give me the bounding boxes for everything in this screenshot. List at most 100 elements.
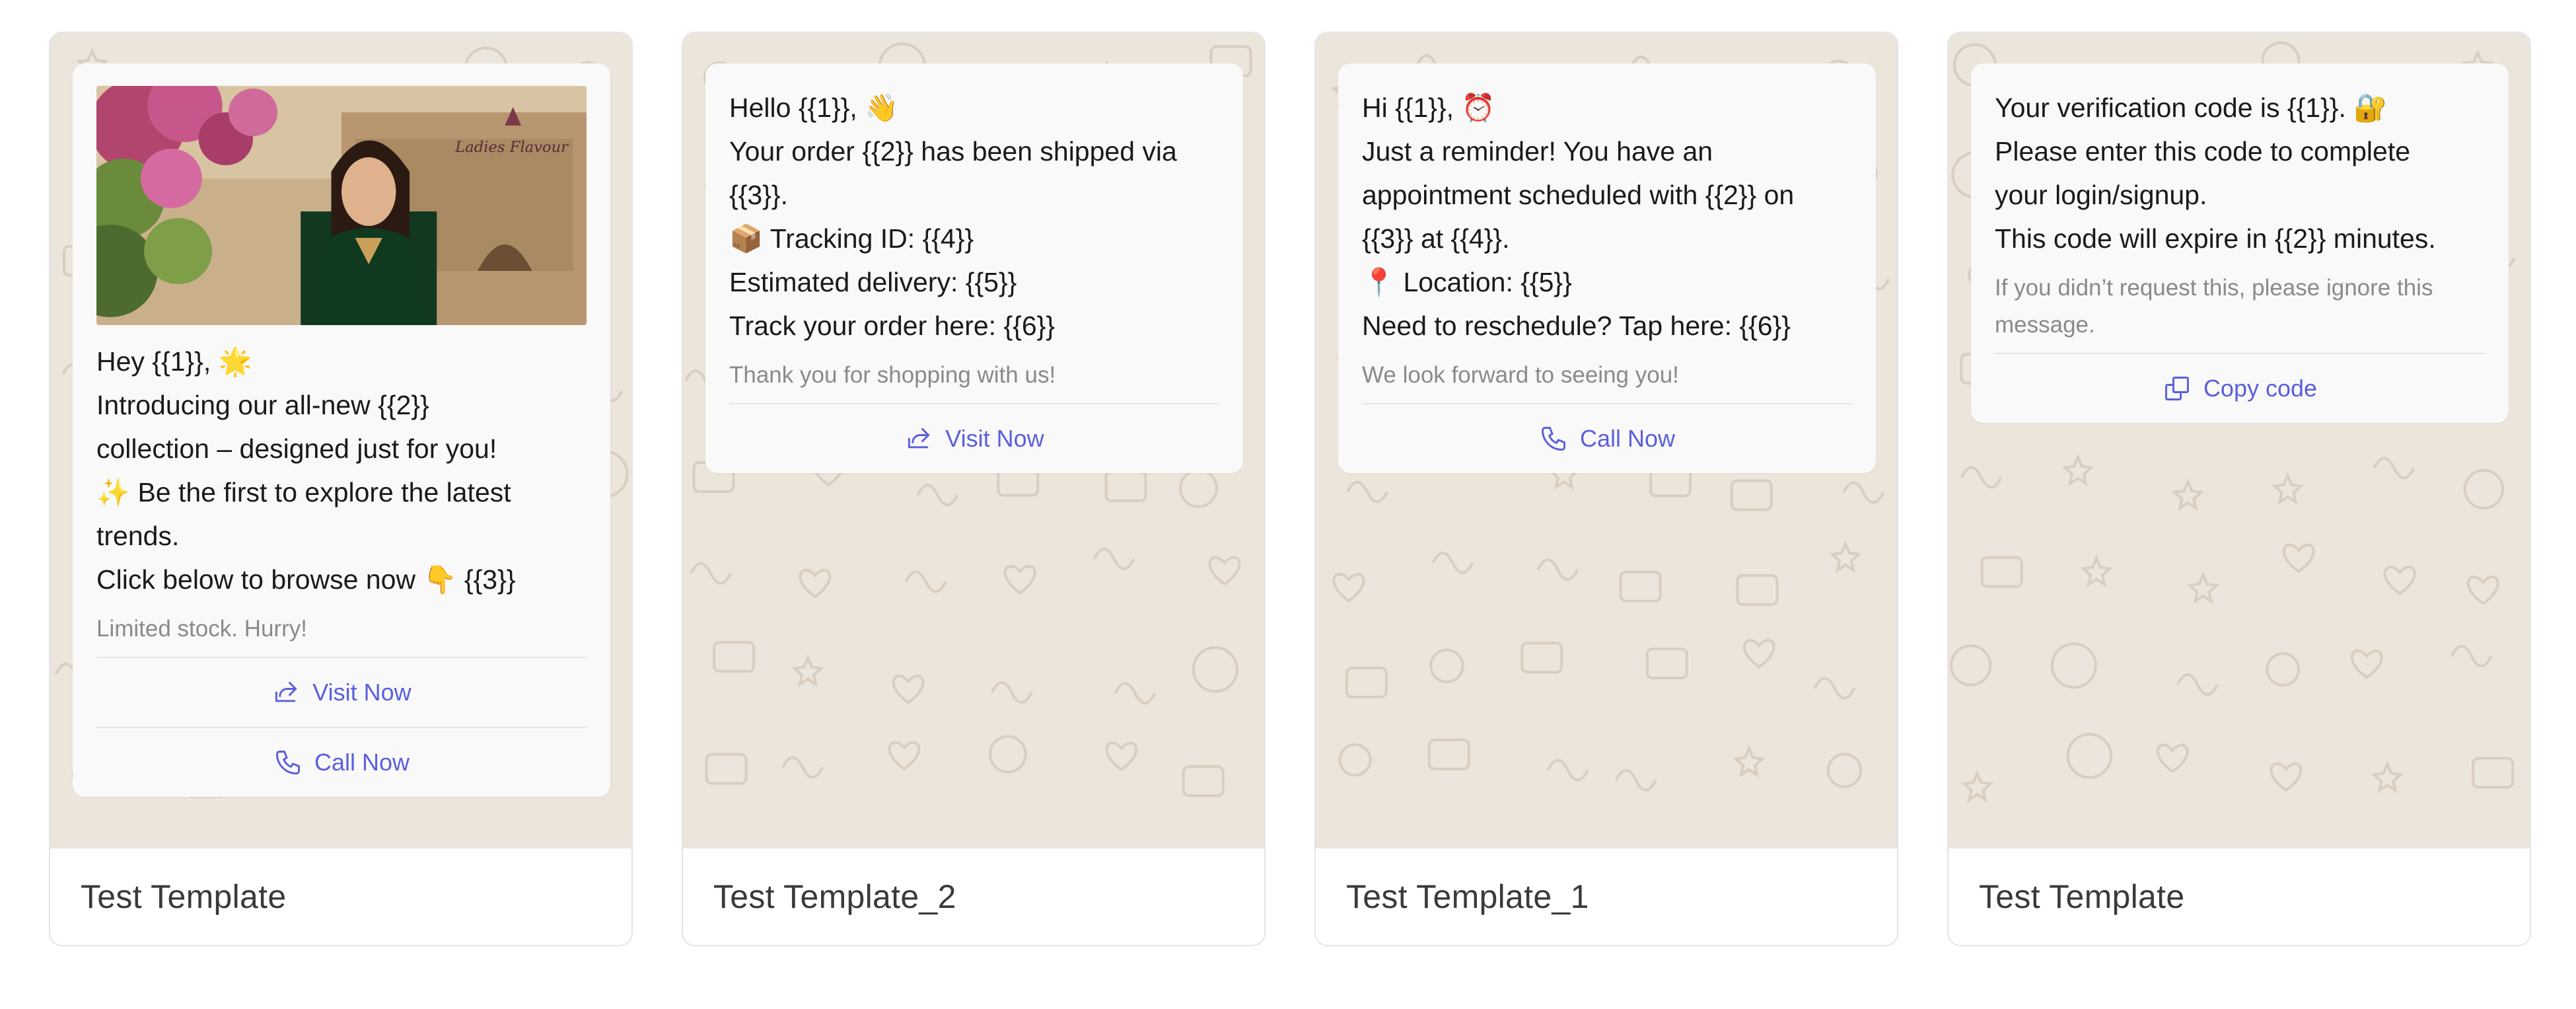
doodle-shape	[2373, 457, 2415, 480]
external-link-icon	[908, 428, 930, 449]
phone-icon	[276, 751, 300, 774]
chat-preview-background: Hello {{1}}, 👋 Your order {{2}} has been…	[683, 33, 1264, 847]
doodle-shape	[1960, 770, 1993, 803]
message-body: Your verification code is {{1}}. 🔐 Pleas…	[1995, 93, 2436, 254]
visit-now-button[interactable]: Visit Now	[96, 657, 587, 727]
message-footer: Limited stock. Hurry!	[96, 616, 307, 642]
doodle-shape	[1104, 470, 1147, 502]
doodle-shape	[2176, 673, 2219, 696]
chat-preview-background: Your verification code is {{1}}. 🔐 Pleas…	[1949, 33, 2530, 847]
doodle-shape	[1736, 574, 1779, 606]
doodle-shape	[1092, 547, 1135, 570]
card-footer: Test Template_1	[1316, 847, 1897, 945]
button-label: Call Now	[314, 749, 410, 776]
doodle-shape	[904, 570, 947, 593]
doodle-shape	[1114, 682, 1157, 704]
doodle-shape	[1346, 480, 1388, 504]
doodle-shape	[1842, 481, 1884, 504]
doodle-shape	[1427, 738, 1470, 770]
doodle-shape	[1182, 765, 1225, 798]
message-body: Hi {{1}}, ⏰ Just a reminder! You have an…	[1362, 93, 1795, 341]
doodle-shape	[2282, 543, 2315, 574]
message-bubble: Hi {{1}}, ⏰ Just a reminder! You have an…	[1338, 63, 1876, 473]
button-label: Visit Now	[945, 425, 1044, 452]
message-footer: We look forward to seeing you!	[1362, 362, 1679, 388]
copy-icon	[2165, 377, 2189, 400]
doodle-shape	[1338, 743, 1372, 777]
template-card[interactable]: Ladies Flavour Hey {{1}}, 🌟 Introducing …	[49, 32, 633, 946]
doodle-shape	[781, 756, 824, 779]
doodle-shape	[2171, 478, 2204, 511]
doodle-shape	[892, 674, 925, 704]
doodle-shape	[2467, 576, 2499, 605]
doodle-shape	[2050, 642, 2097, 689]
doodle-shape	[1429, 648, 1464, 683]
doodle-shape	[988, 735, 1027, 774]
doodle-shape	[1546, 759, 1589, 782]
doodle-shape	[1614, 768, 1657, 792]
chat-preview-background: Ladies Flavour Hey {{1}}, 🌟 Introducing …	[50, 33, 631, 847]
doodle-shape	[1345, 666, 1388, 698]
doodle-shape	[1521, 642, 1563, 674]
template-name: Test Template	[1979, 878, 2185, 915]
template-card[interactable]: Your verification code is {{1}}. 🔐 Pleas…	[1947, 32, 2531, 946]
doodle-shape	[2061, 453, 2094, 487]
chat-preview-background: Hi {{1}}, ⏰ Just a reminder! You have an…	[1316, 33, 1897, 847]
button-label: Copy code	[2203, 375, 2318, 402]
doodle-shape	[2266, 652, 2301, 687]
svg-text:Ladies Flavour: Ladies Flavour	[454, 139, 569, 156]
doodle-shape	[1178, 468, 1218, 508]
template-card[interactable]: Hello {{1}}, 👋 Your order {{2}} has been…	[682, 32, 1266, 946]
call-now-button[interactable]: Call Now	[96, 727, 587, 797]
doodle-shape	[2187, 571, 2219, 605]
doodle-shape	[2272, 472, 2304, 505]
card-footer: Test Template	[50, 847, 631, 945]
doodle-shape	[2270, 762, 2303, 792]
external-link-icon	[275, 681, 297, 702]
doodle-shape	[2383, 566, 2416, 595]
doodle-shape	[2350, 650, 2383, 679]
doodle-shape	[1733, 745, 1766, 778]
doodle-shape	[2450, 645, 2493, 667]
copy-code-button[interactable]: Copy code	[1995, 353, 2485, 423]
doodle-shape	[2472, 757, 2515, 789]
call-now-button[interactable]: Call Now	[1362, 403, 1852, 473]
template-name: Test Template	[81, 878, 287, 915]
message-bubble: Your verification code is {{1}}. 🔐 Pleas…	[1971, 63, 2509, 423]
card-footer: Test Template_2	[683, 847, 1264, 945]
doodle-shape	[1619, 570, 1662, 603]
doodle-shape	[705, 753, 748, 785]
doodle-shape	[990, 681, 1033, 704]
doodle-shape	[1826, 753, 1863, 788]
doodle-shape	[1105, 741, 1138, 772]
visit-now-button[interactable]: Visit Now	[729, 403, 1219, 473]
doodle-shape	[1742, 639, 1775, 669]
doodle-shape	[888, 741, 921, 771]
button-label: Visit Now	[312, 679, 411, 706]
doodle-shape	[1332, 572, 1365, 603]
doodle-shape	[2156, 743, 2189, 774]
doodle-shape	[1980, 556, 2023, 588]
template-card[interactable]: Hi {{1}}, ⏰ Just a reminder! You have an…	[1314, 32, 1898, 946]
doodle-shape	[1730, 479, 1773, 511]
doodle-shape	[1645, 648, 1688, 680]
template-name: Test Template_2	[713, 878, 956, 915]
doodle-shape	[1813, 677, 1856, 700]
doodle-shape	[2066, 733, 2113, 779]
message-footer: If you didn’t request this, please ignor…	[1995, 275, 2433, 338]
doodle-shape	[2080, 554, 2113, 587]
doodle-shape	[1192, 646, 1238, 693]
doodle-shape	[1829, 540, 1862, 574]
doodle-shape	[1960, 466, 2003, 489]
doodle-shape	[791, 654, 824, 687]
header-image: Ladies Flavour	[96, 86, 587, 325]
doodle-shape	[2463, 468, 2505, 510]
doodle-shape	[1208, 556, 1241, 586]
card-footer: Test Template	[1949, 847, 2530, 945]
doodle-shape	[2371, 761, 2404, 794]
message-body: Hello {{1}}, 👋 Your order {{2}} has been…	[729, 93, 1177, 341]
doodle-shape	[713, 641, 756, 673]
doodle-shape	[916, 484, 959, 507]
message-footer: Thank you for shopping with us!	[729, 362, 1056, 388]
message-body: Hey {{1}}, 🌟 Introducing our all-new {{2…	[96, 346, 516, 595]
